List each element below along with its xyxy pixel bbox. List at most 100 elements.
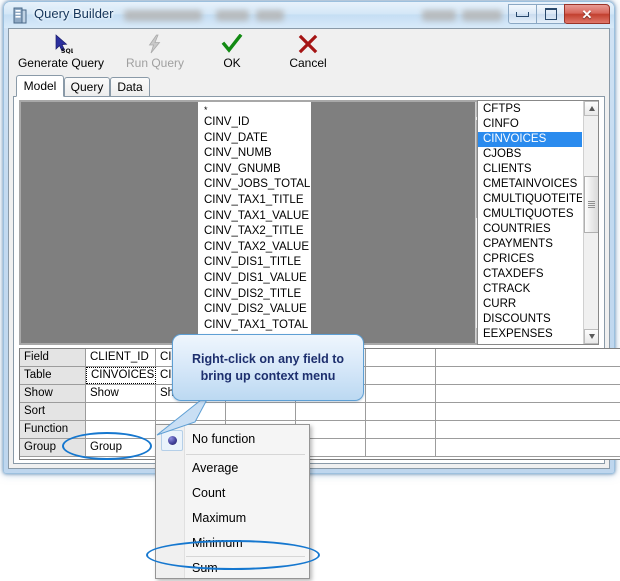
- cross-icon: [272, 32, 344, 56]
- grid-cell-field-5[interactable]: [366, 349, 436, 366]
- row-header: Sort: [20, 403, 86, 420]
- grid-cell-sort-3[interactable]: [226, 403, 296, 420]
- list-item[interactable]: CJOBS: [478, 147, 582, 162]
- callout-bubble: Right-click on any field to bring up con…: [172, 334, 364, 401]
- title-bar[interactable]: Query Builder ✕: [4, 2, 614, 28]
- close-icon: ✕: [581, 6, 593, 22]
- svg-text:SQL: SQL: [61, 48, 73, 55]
- scroll-down-button[interactable]: [584, 329, 598, 344]
- list-item[interactable]: CINV_NUMB: [198, 146, 311, 162]
- list-item[interactable]: CINV_TAX2_VALUE: [198, 240, 311, 256]
- grid-cell-table-5[interactable]: [366, 367, 436, 384]
- grid-cell-group-5[interactable]: [366, 439, 436, 456]
- toolbar-label: OK: [223, 56, 241, 70]
- ok-button[interactable]: OK: [202, 32, 262, 70]
- sql-cursor-icon: SQL: [11, 32, 111, 56]
- tab-data[interactable]: Data: [110, 77, 150, 96]
- grid-cell-field-1[interactable]: CLIENT_ID: [86, 349, 156, 366]
- list-item[interactable]: EEXPENSES: [478, 327, 582, 342]
- list-item-selected[interactable]: CINVOICES: [478, 132, 582, 147]
- list-item[interactable]: CINV_ID: [198, 115, 311, 131]
- list-item[interactable]: CINV_TAX2_TITLE: [198, 224, 311, 240]
- grid-cell-show-1[interactable]: Show: [86, 385, 156, 402]
- chevron-down-icon: [588, 334, 595, 339]
- tab-label: Model: [23, 79, 57, 93]
- list-item[interactable]: CLIENTS: [478, 162, 582, 177]
- diagram-pane[interactable]: * CINV_ID CINV_DATE CINV_NUMB CINV_GNUMB…: [19, 100, 492, 345]
- list-item[interactable]: CTAXDEFS: [478, 267, 582, 282]
- generate-query-button[interactable]: SQL Generate Query: [11, 32, 111, 70]
- list-item[interactable]: CURR: [478, 297, 582, 312]
- table-row[interactable]: Sort: [20, 403, 620, 421]
- list-item[interactable]: CTRACK: [478, 282, 582, 297]
- list-item[interactable]: CINV_DIS1_TITLE: [198, 255, 311, 271]
- menu-item-label: Average: [192, 461, 239, 475]
- tab-query[interactable]: Query: [64, 77, 110, 96]
- bullet-icon: [167, 436, 177, 445]
- list-item[interactable]: CMULTIQUOTES: [478, 207, 582, 222]
- client-area: SQL Generate Query Run Query OK Cancel M…: [8, 28, 620, 469]
- menu-item-maximum[interactable]: Maximum: [157, 506, 308, 531]
- list-item[interactable]: CPRICES: [478, 252, 582, 267]
- menu-item-count[interactable]: Count: [157, 481, 308, 506]
- list-item[interactable]: CPAYMENTS: [478, 237, 582, 252]
- window-title: Query Builder: [34, 6, 114, 21]
- grid-cell-table-1[interactable]: CINVOICES: [86, 367, 156, 384]
- redacted-title-text: [462, 10, 502, 21]
- list-item[interactable]: CFTPS: [478, 102, 582, 117]
- menu-item-average[interactable]: Average: [157, 456, 308, 481]
- list-item[interactable]: CMETAINVOICES: [478, 177, 582, 192]
- list-item[interactable]: CINV_TAX1_VALUE: [198, 209, 311, 225]
- minimize-button[interactable]: [508, 4, 537, 24]
- maximize-icon: [544, 8, 557, 20]
- list-item[interactable]: CINV_TAX1_TOTAL: [198, 318, 311, 334]
- list-item[interactable]: *: [198, 104, 311, 115]
- grid-cell-sort-5[interactable]: [366, 403, 436, 420]
- field-list[interactable]: * CINV_ID CINV_DATE CINV_NUMB CINV_GNUMB…: [198, 102, 311, 343]
- grid-cell-show-5[interactable]: [366, 385, 436, 402]
- cancel-button[interactable]: Cancel: [272, 32, 344, 70]
- scroll-up-button[interactable]: [584, 101, 598, 116]
- close-button[interactable]: ✕: [564, 4, 610, 24]
- table-list-scrollbar-vertical[interactable]: [583, 101, 598, 344]
- tab-label: Data: [117, 80, 143, 94]
- list-item[interactable]: CINV_JOBS_TOTAL: [198, 177, 311, 193]
- grip-icon: [588, 201, 595, 208]
- run-query-button[interactable]: Run Query: [110, 32, 200, 70]
- query-builder-window: Query Builder ✕ SQL Generate Query Run Q…: [3, 1, 620, 474]
- list-item[interactable]: CINV_DIS2_TITLE: [198, 287, 311, 303]
- highlight-ellipse-sum-item: [146, 540, 320, 570]
- callout-text: Right-click on any field to bring up con…: [191, 351, 345, 383]
- tab-model[interactable]: Model: [16, 75, 64, 97]
- redacted-title-text: [256, 10, 284, 21]
- toolbar-label: Generate Query: [17, 56, 105, 70]
- maximize-button[interactable]: [536, 4, 565, 24]
- list-item[interactable]: CINV_GNUMB: [198, 162, 311, 178]
- diagram-canvas[interactable]: [21, 102, 198, 343]
- checkmark-icon: [202, 32, 262, 56]
- diagram-empty-area[interactable]: [311, 102, 490, 343]
- list-item[interactable]: CINV_DIS2_VALUE: [198, 302, 311, 318]
- row-header: Show: [20, 385, 86, 402]
- grid-cell-sort-1[interactable]: [86, 403, 156, 420]
- list-item[interactable]: CINV_DATE: [198, 131, 311, 147]
- lightning-bolt-icon: [110, 32, 200, 56]
- scrollbar-thumb[interactable]: [584, 176, 598, 233]
- table-list[interactable]: CFTPS CINFO CINVOICES CJOBS CLIENTS CMET…: [477, 100, 599, 345]
- list-item[interactable]: CMULTIQUOTEITEMS: [478, 192, 582, 207]
- minimize-icon: [516, 11, 529, 17]
- list-item[interactable]: COUNTRIES: [478, 222, 582, 237]
- toolbar-label: Cancel: [289, 56, 327, 70]
- redacted-title-text: [422, 10, 456, 21]
- list-item[interactable]: CINFO: [478, 117, 582, 132]
- list-item[interactable]: CINV_TAX1_TITLE: [198, 193, 311, 209]
- menu-separator: [186, 454, 305, 455]
- list-item[interactable]: CINV_DIS1_VALUE: [198, 271, 311, 287]
- grid-cell-sort-4[interactable]: [296, 403, 366, 420]
- grid-cell-function-5[interactable]: [366, 421, 436, 438]
- list-item[interactable]: DISCOUNTS: [478, 312, 582, 327]
- model-tab-page: * CINV_ID CINV_DATE CINV_NUMB CINV_GNUMB…: [13, 96, 620, 464]
- redacted-title-text: [216, 10, 249, 21]
- window-controls: ✕: [508, 4, 610, 25]
- toolbar: SQL Generate Query Run Query OK Cancel: [9, 29, 609, 75]
